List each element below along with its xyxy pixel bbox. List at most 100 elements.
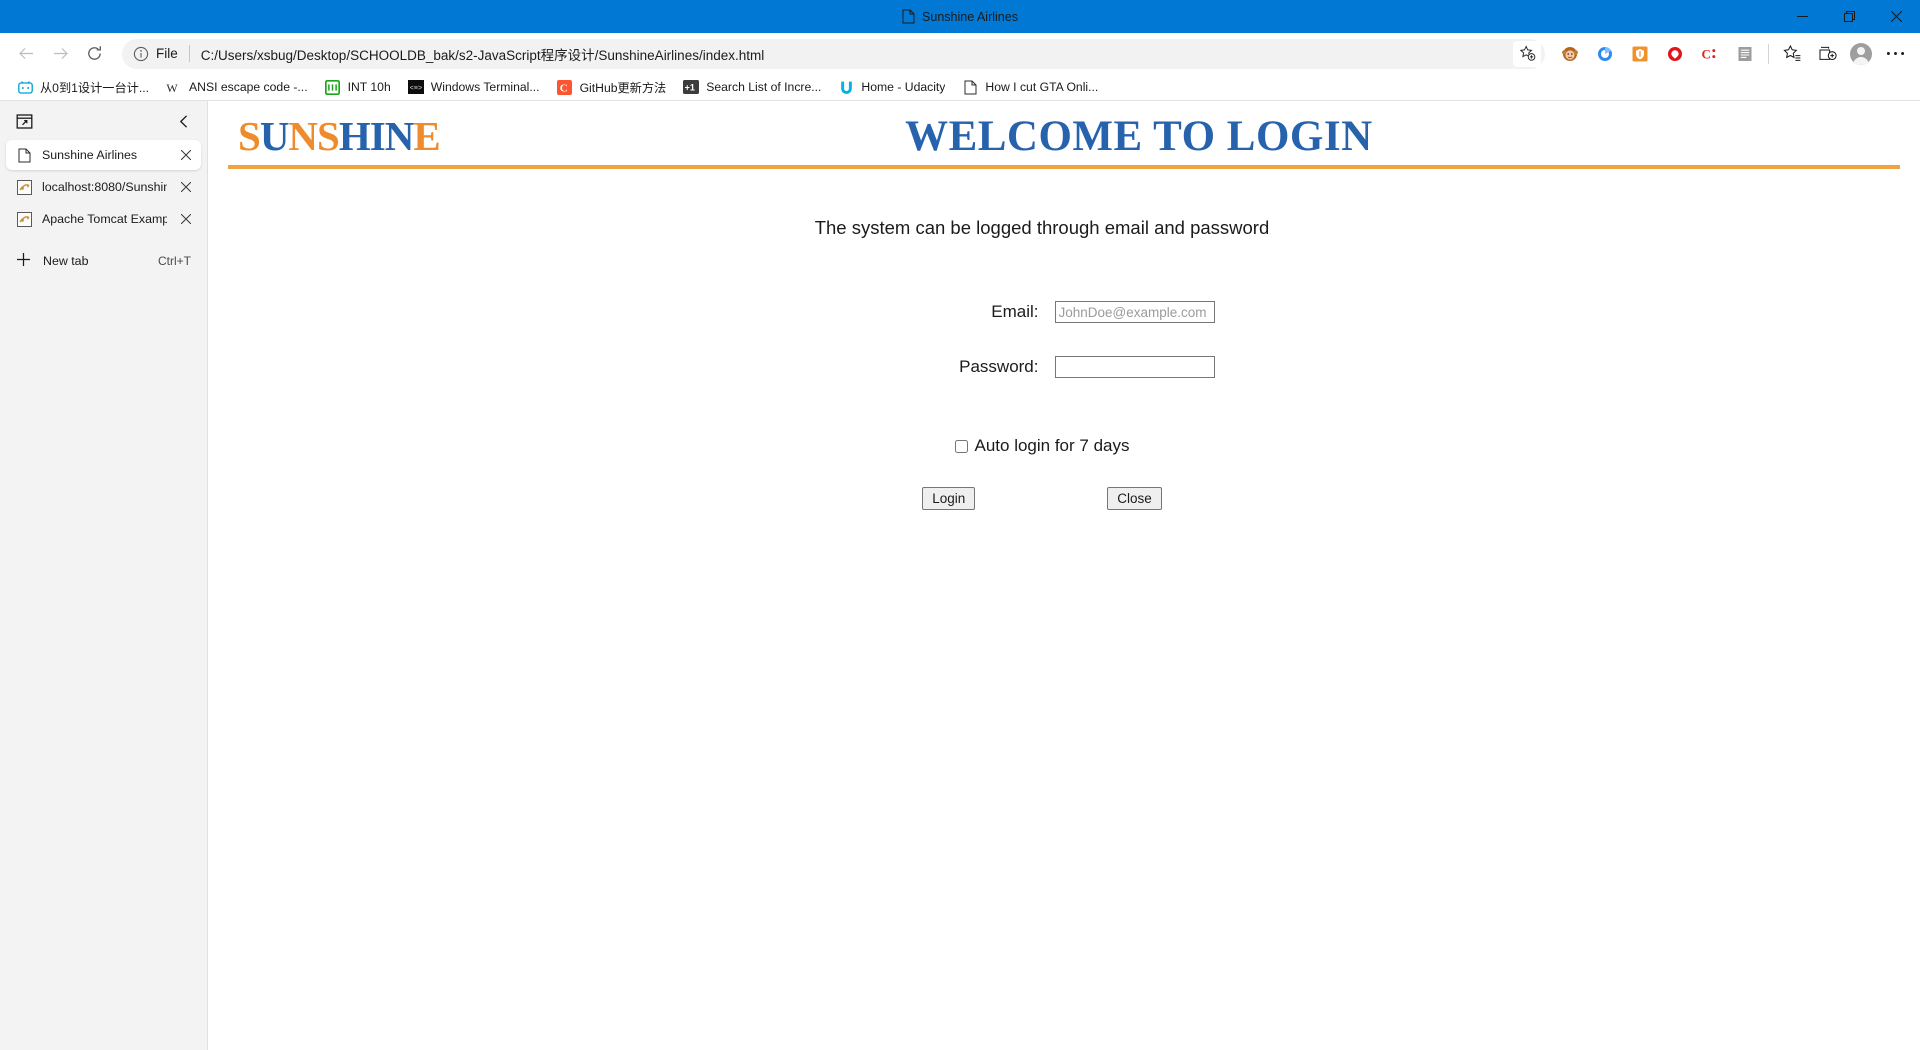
logo-letter: N: [384, 112, 415, 159]
tab-label: Sunshine Airlines: [42, 148, 138, 162]
bookmark-label: GitHub更新方法: [579, 81, 667, 95]
udacity-icon: [838, 79, 854, 95]
login-button[interactable]: Login: [922, 487, 976, 510]
favorites-icon[interactable]: [1775, 38, 1809, 70]
bookmark-label: ANSI escape code -...: [189, 80, 308, 94]
svg-text:<≡>: <≡>: [409, 85, 422, 93]
avatar: [1850, 42, 1872, 65]
login-instruction-text: The system can be logged through email a…: [814, 217, 1270, 238]
close-button[interactable]: Close: [1107, 487, 1162, 510]
bookmark-item[interactable]: INT 10h: [317, 76, 399, 98]
browser-toolbar: File C:/Users/xsbug/Desktop/SCHOOLDB_bak…: [0, 33, 1920, 74]
logo-letter: E: [413, 112, 440, 159]
email-row: Email:: [208, 301, 1876, 323]
bookmark-label: INT 10h: [347, 80, 391, 94]
tampermonkey-extension-icon[interactable]: [1553, 38, 1587, 70]
bookmarks-bar: 从0到1设计一台计... W ANSI escape code -... INT…: [0, 74, 1920, 101]
web-page-content: SUNSHINE WELCOME TO LOGIN The system can…: [208, 101, 1920, 1050]
info-icon: [133, 46, 149, 61]
address-bar[interactable]: File C:/Users/xsbug/Desktop/SCHOOLDB_bak…: [122, 38, 1545, 69]
browser-body: Sunshine Airlines localhost:8080/Sunshin…: [0, 101, 1920, 1050]
logo-letter: H: [338, 112, 371, 159]
sidebar-tab-sunshine-airlines[interactable]: Sunshine Airlines: [6, 140, 201, 170]
omnibox-divider: [188, 45, 190, 62]
new-tab-shortcut: Ctrl+T: [158, 254, 191, 268]
page-title: WELCOME TO LOGIN: [905, 112, 1373, 160]
bookmark-item[interactable]: Home - Udacity: [830, 76, 953, 98]
document-icon: [962, 79, 978, 95]
back-button[interactable]: [10, 38, 42, 70]
auto-login-checkbox[interactable]: [954, 439, 968, 453]
minimize-button[interactable]: [1779, 0, 1826, 33]
bookmark-label: Home - Udacity: [861, 80, 946, 94]
password-label: Password:: [959, 357, 1039, 376]
close-tab-icon[interactable]: [177, 146, 195, 164]
add-favorite-icon[interactable]: [1513, 40, 1541, 67]
password-row: Password:: [208, 356, 1876, 378]
forward-button[interactable]: [44, 38, 76, 70]
refresh-button[interactable]: [78, 38, 110, 70]
wikipedia-icon: W: [166, 79, 182, 95]
plusone-icon: +1: [683, 79, 700, 95]
svg-text:+1: +1: [685, 83, 695, 93]
vertical-tab-sidebar: Sunshine Airlines localhost:8080/Sunshin…: [0, 101, 208, 1050]
bookmark-item[interactable]: C GitHub更新方法: [549, 75, 675, 99]
logo-letter: S: [317, 112, 340, 159]
email-input[interactable]: [1054, 301, 1215, 323]
window-controls: [1779, 0, 1920, 33]
bookmark-item[interactable]: 从0到1设计一台计...: [9, 75, 157, 99]
profile-avatar[interactable]: [1845, 38, 1877, 70]
logo-letter: N: [288, 112, 318, 159]
bookmark-item[interactable]: <≡> Windows Terminal...: [400, 76, 548, 98]
browser-sync-extension-icon[interactable]: [1588, 38, 1622, 70]
extensions-strip: C: [1553, 38, 1912, 70]
new-tab-button[interactable]: New tab Ctrl+T: [6, 245, 201, 277]
close-window-button[interactable]: [1873, 0, 1920, 33]
sunshine-logo: SUNSHINE: [238, 112, 441, 159]
adblock-extension-icon[interactable]: [1658, 38, 1692, 70]
reading-list-extension-icon[interactable]: [1728, 38, 1762, 70]
url-scheme-label: File: [156, 46, 178, 61]
restore-button[interactable]: [1826, 0, 1873, 33]
tomcat-icon: [16, 179, 32, 195]
close-tab-icon[interactable]: [177, 178, 195, 196]
email-label: Email:: [991, 302, 1039, 321]
colorpick-extension-icon[interactable]: C: [1693, 38, 1727, 70]
password-input[interactable]: [1054, 356, 1215, 378]
bilibili-icon: [17, 79, 33, 95]
svg-text:W: W: [166, 81, 178, 95]
auto-login-label: Auto login for 7 days: [974, 436, 1130, 455]
url-text[interactable]: C:/Users/xsbug/Desktop/SCHOOLDB_bak/s2-J…: [201, 44, 1513, 64]
close-tab-icon[interactable]: [177, 210, 195, 228]
shield-extension-icon[interactable]: [1623, 38, 1657, 70]
sidebar-tab-apache-tomcat-examples[interactable]: Apache Tomcat Examples: [6, 204, 201, 234]
sidebar-tab-localhost[interactable]: localhost:8080/SunshineAirlines/l: [6, 172, 201, 202]
plus-icon: [16, 252, 31, 270]
window-title-group: Sunshine Airlines: [0, 9, 1920, 24]
toolbar-divider: [1768, 43, 1769, 64]
bookmark-label: 从0到1设计一台计...: [40, 81, 150, 95]
logo-letter: I: [369, 112, 386, 159]
bookmark-item[interactable]: How I cut GTA Onli...: [954, 76, 1106, 98]
tomcat-icon: [16, 211, 32, 227]
bookmark-item[interactable]: W ANSI escape code -...: [158, 76, 316, 98]
header-divider: [228, 165, 1900, 169]
bookmark-item[interactable]: +1 Search List of Incre...: [675, 76, 829, 98]
csdn-icon: C: [557, 79, 573, 95]
form-actions: Login Close: [208, 487, 1920, 510]
collapse-sidebar-icon[interactable]: [169, 107, 199, 135]
svg-text:C: C: [1702, 46, 1711, 61]
logo-letter: U: [259, 112, 290, 159]
settings-and-more-icon[interactable]: [1878, 38, 1912, 70]
site-header: SUNSHINE WELCOME TO LOGIN: [208, 101, 1920, 161]
tab-actions-icon[interactable]: [9, 107, 39, 135]
wikibooks-icon: [325, 79, 341, 95]
new-tab-label: New tab: [43, 254, 89, 268]
bookmark-label: How I cut GTA Onli...: [985, 80, 1099, 94]
sidebar-toolbar: [0, 103, 207, 139]
bookmark-label: Windows Terminal...: [430, 80, 540, 94]
window-title-bar: Sunshine Airlines: [0, 0, 1920, 33]
bookmark-label: Search List of Incre...: [706, 80, 822, 94]
logo-letter: S: [238, 112, 261, 159]
collections-icon[interactable]: [1810, 38, 1844, 70]
